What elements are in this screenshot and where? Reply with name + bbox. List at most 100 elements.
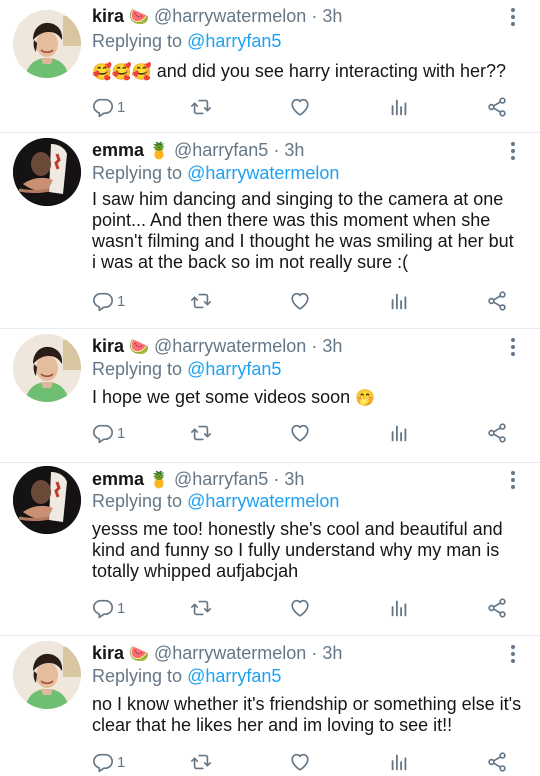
timestamp[interactable]: 3h — [284, 469, 304, 489]
lead-emoji: 🥰🥰🥰 — [92, 62, 152, 81]
replying-to-link[interactable]: @harryfan5 — [187, 31, 281, 51]
replying-to: Replying to @harrywatermelon — [92, 490, 339, 512]
replying-to-label: Replying to — [92, 491, 183, 511]
analytics-button[interactable] — [388, 596, 410, 620]
author-name[interactable]: kira — [92, 643, 124, 663]
name-emoji: 🍉 — [129, 337, 149, 356]
tweet-header: emma 🍍 @harryfan5 · 3h — [92, 468, 304, 491]
share-icon — [486, 96, 508, 118]
replying-to-label: Replying to — [92, 359, 183, 379]
timestamp[interactable]: 3h — [322, 643, 342, 663]
reply-button[interactable]: 1 — [92, 421, 125, 445]
replying-to: Replying to @harryfan5 — [92, 665, 281, 687]
analytics-button[interactable] — [388, 421, 410, 445]
action-bar: 1 — [92, 289, 522, 313]
replying-to-link[interactable]: @harryfan5 — [187, 666, 281, 686]
timestamp[interactable]: 3h — [322, 6, 342, 26]
retweet-button[interactable] — [190, 95, 212, 119]
like-button[interactable] — [289, 289, 311, 313]
action-bar: 1 — [92, 596, 522, 620]
author-handle[interactable]: @harryfan5 — [174, 140, 268, 160]
tweet[interactable]: kira 🍉 @harrywatermelon · 3h Replying to… — [0, 636, 540, 776]
tweet-text: no I know whether it's friendship or som… — [92, 694, 522, 735]
author-handle[interactable]: @harrywatermelon — [154, 643, 306, 663]
analytics-icon — [388, 290, 410, 312]
more-icon[interactable] — [507, 6, 519, 28]
like-button[interactable] — [289, 596, 311, 620]
reply-count: 1 — [117, 424, 126, 442]
author-handle[interactable]: @harrywatermelon — [154, 336, 306, 356]
avatar[interactable] — [13, 10, 81, 78]
more-icon[interactable] — [507, 336, 519, 358]
separator-dot: · — [311, 643, 318, 663]
tweet-text: 🥰🥰🥰 and did you see harry interacting wi… — [92, 61, 522, 82]
retweet-button[interactable] — [190, 750, 212, 774]
retweet-icon — [190, 422, 212, 444]
tweet-header: emma 🍍 @harryfan5 · 3h — [92, 139, 304, 162]
like-icon — [289, 597, 311, 619]
reply-icon — [92, 597, 114, 619]
reply-button[interactable]: 1 — [92, 289, 125, 313]
more-icon[interactable] — [507, 140, 519, 162]
replying-to-link[interactable]: @harrywatermelon — [187, 491, 339, 511]
action-bar: 1 — [92, 421, 522, 445]
share-button[interactable] — [486, 289, 508, 313]
retweet-icon — [190, 290, 212, 312]
author-name[interactable]: emma — [92, 469, 144, 489]
analytics-button[interactable] — [388, 95, 410, 119]
share-button[interactable] — [486, 421, 508, 445]
tweet-text-content: and did you see harry interacting with h… — [156, 61, 506, 81]
replying-to-label: Replying to — [92, 163, 183, 183]
more-icon[interactable] — [507, 469, 519, 491]
like-icon — [289, 422, 311, 444]
separator-dot: · — [273, 469, 280, 489]
trail-emoji: 🤭 — [355, 388, 376, 407]
like-button[interactable] — [289, 750, 311, 774]
tweet-text-content: I hope we get some videos soon — [92, 387, 351, 407]
like-icon — [289, 290, 311, 312]
like-button[interactable] — [289, 95, 311, 119]
tweet-text: I saw him dancing and singing to the cam… — [92, 189, 514, 272]
retweet-button[interactable] — [190, 596, 212, 620]
author-name[interactable]: emma — [92, 140, 144, 160]
reply-count: 1 — [117, 98, 126, 116]
share-button[interactable] — [486, 596, 508, 620]
retweet-button[interactable] — [190, 289, 212, 313]
share-button[interactable] — [486, 750, 508, 774]
author-name[interactable]: kira — [92, 336, 124, 356]
name-emoji: 🍉 — [129, 644, 149, 663]
avatar[interactable] — [13, 334, 81, 402]
more-icon[interactable] — [507, 643, 519, 665]
share-icon — [486, 597, 508, 619]
reply-icon — [92, 290, 114, 312]
tweet[interactable]: kira 🍉 @harrywatermelon · 3h Replying to… — [0, 329, 540, 462]
avatar[interactable] — [13, 641, 81, 709]
share-button[interactable] — [486, 95, 508, 119]
avatar[interactable] — [13, 138, 81, 206]
replying-to-link[interactable]: @harrywatermelon — [187, 163, 339, 183]
reply-button[interactable]: 1 — [92, 750, 125, 774]
author-handle[interactable]: @harryfan5 — [174, 469, 268, 489]
tweet[interactable]: kira 🍉 @harrywatermelon · 3h Replying to… — [0, 0, 540, 142]
replying-to: Replying to @harryfan5 — [92, 30, 281, 52]
tweet-header: kira 🍉 @harrywatermelon · 3h — [92, 5, 342, 28]
like-icon — [289, 96, 311, 118]
replying-to-link[interactable]: @harryfan5 — [187, 359, 281, 379]
timestamp[interactable]: 3h — [284, 140, 304, 160]
analytics-button[interactable] — [388, 750, 410, 774]
analytics-button[interactable] — [388, 289, 410, 313]
tweet[interactable]: emma 🍍 @harryfan5 · 3h Replying to @harr… — [0, 133, 540, 328]
author-handle[interactable]: @harrywatermelon — [154, 6, 306, 26]
avatar[interactable] — [13, 466, 81, 534]
like-button[interactable] — [289, 421, 311, 445]
replying-to-label: Replying to — [92, 31, 183, 51]
retweet-button[interactable] — [190, 421, 212, 445]
reply-icon — [92, 422, 114, 444]
name-emoji: 🍍 — [149, 141, 169, 160]
tweet[interactable]: emma 🍍 @harryfan5 · 3h Replying to @harr… — [0, 463, 540, 635]
timestamp[interactable]: 3h — [322, 336, 342, 356]
author-name[interactable]: kira — [92, 6, 124, 26]
reply-button[interactable]: 1 — [92, 95, 125, 119]
reply-button[interactable]: 1 — [92, 596, 125, 620]
share-icon — [486, 422, 508, 444]
